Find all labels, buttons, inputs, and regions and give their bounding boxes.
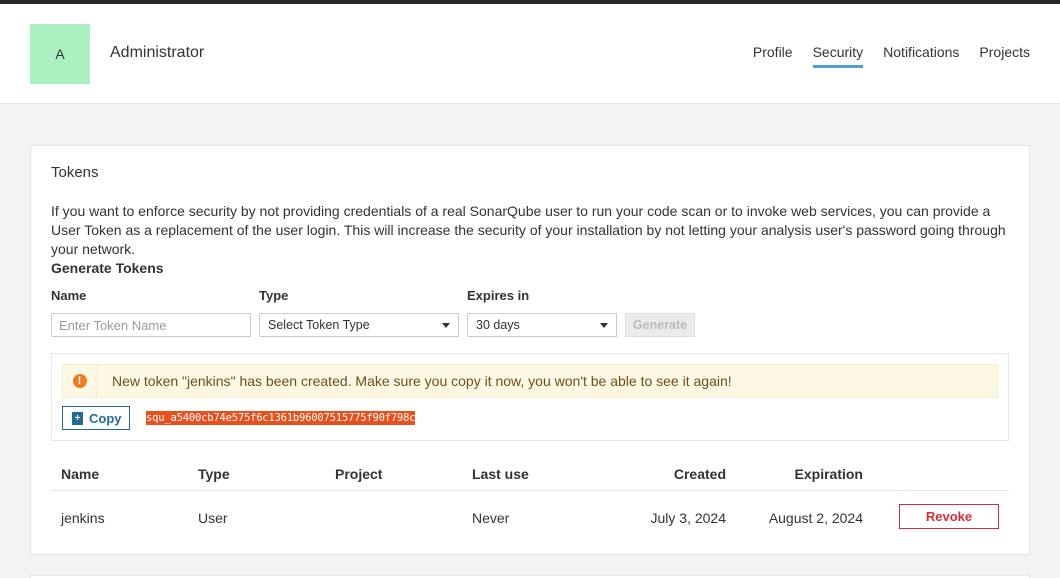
nav-item-notifications[interactable]: Notifications — [883, 44, 959, 66]
column-header-project: Project — [335, 466, 383, 482]
account-nav: Profile Security Notifications Projects — [753, 44, 1030, 68]
column-header-last-use: Last use — [472, 466, 529, 482]
cell-type: User — [198, 510, 228, 526]
column-header-name: Name — [61, 466, 100, 482]
chevron-down-icon — [442, 322, 450, 328]
copy-icon: + — [72, 411, 83, 425]
tokens-title: Tokens — [51, 164, 99, 181]
name-label: Name — [51, 288, 87, 303]
chevron-down-icon — [600, 322, 608, 328]
new-token-message: New token "jenkins" has been created. Ma… — [112, 373, 732, 389]
avatar: A — [30, 24, 90, 84]
cell-created: July 3, 2024 — [650, 510, 727, 526]
token-value[interactable]: squ_a5400cb74e575f6c1361b96007515775f90f… — [146, 411, 416, 425]
token-name-input[interactable] — [51, 313, 251, 337]
generate-tokens-title: Generate Tokens — [51, 260, 164, 276]
revoke-button[interactable]: Revoke — [899, 504, 999, 529]
warning-icon: ! — [72, 374, 87, 388]
token-type-select[interactable]: Select Token Type — [259, 313, 459, 337]
type-label: Type — [259, 288, 289, 303]
tokens-card: Tokens If you want to enforce security b… — [30, 145, 1030, 555]
cell-name: jenkins — [61, 510, 105, 526]
copy-button[interactable]: + Copy — [62, 406, 130, 430]
expires-label: Expires in — [467, 288, 530, 303]
account-header: A Administrator Profile Security Notific… — [0, 4, 1060, 104]
table-divider — [51, 490, 1009, 491]
generate-button[interactable]: Generate — [625, 313, 695, 337]
token-type-value: Select Token Type — [268, 318, 370, 332]
column-header-type: Type — [198, 466, 230, 482]
nav-item-profile[interactable]: Profile — [753, 44, 793, 66]
expires-in-value: 30 days — [476, 318, 520, 332]
nav-item-security[interactable]: Security — [812, 44, 863, 68]
user-name: Administrator — [110, 44, 205, 61]
alert-icon-container: ! — [63, 365, 97, 397]
nav-item-projects[interactable]: Projects — [979, 44, 1030, 66]
cell-expiration: August 2, 2024 — [768, 510, 863, 526]
copy-label: Copy — [89, 410, 122, 426]
new-token-panel: ! New token "jenkins" has been created. … — [51, 353, 1009, 441]
expires-in-select[interactable]: 30 days — [467, 313, 617, 337]
column-header-created: Created — [673, 466, 726, 482]
new-token-alert: ! New token "jenkins" has been created. … — [62, 364, 998, 398]
tokens-description: If you want to enforce security by not p… — [51, 203, 1006, 257]
cell-last-use: Never — [472, 510, 510, 526]
column-header-expiration: Expiration — [794, 466, 863, 482]
